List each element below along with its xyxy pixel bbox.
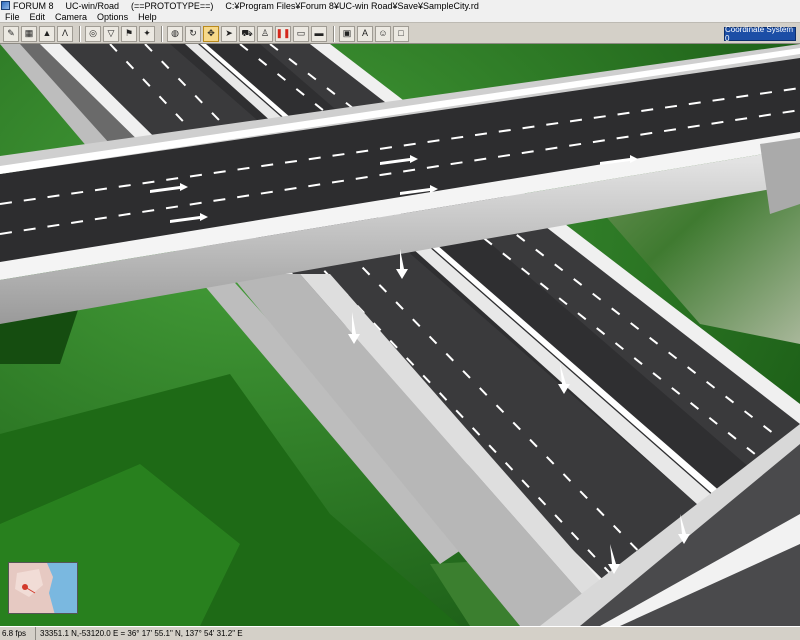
clear-icon[interactable]: □ bbox=[393, 25, 409, 42]
fly-icon[interactable]: ➤ bbox=[221, 25, 237, 42]
menu-help[interactable]: Help bbox=[133, 12, 162, 22]
pencil-icon[interactable]: ✎ bbox=[3, 25, 19, 42]
build-tag: (==PROTOTYPE==) bbox=[131, 0, 214, 11]
pause-icon[interactable]: ❚❚ bbox=[275, 25, 291, 42]
menu-file[interactable]: File bbox=[0, 12, 25, 22]
walk-icon[interactable]: ♙ bbox=[257, 25, 273, 42]
menu-options[interactable]: Options bbox=[92, 12, 133, 22]
globe-icon[interactable]: ◍ bbox=[167, 25, 183, 42]
pedestrian-icon[interactable]: ☺ bbox=[375, 25, 391, 42]
menu-bar: File Edit Camera Options Help bbox=[0, 11, 800, 23]
coordinate-system-select[interactable]: Coordinate System 0 bbox=[724, 25, 796, 43]
fps-readout: 6.8 fps bbox=[0, 627, 36, 640]
menu-edit[interactable]: Edit bbox=[25, 12, 51, 22]
compass-icon[interactable]: ✦ bbox=[139, 25, 155, 42]
target-icon[interactable]: ◎ bbox=[85, 25, 101, 42]
coordinate-readout: 33351.1 N,-53120.0 E = 36° 17' 55.1" N, … bbox=[40, 629, 243, 638]
toolbar-separator bbox=[333, 25, 335, 42]
product-name: UC-win/Road bbox=[65, 0, 120, 11]
file-path: C:¥Program Files¥Forum 8¥UC-win Road¥Sav… bbox=[225, 0, 479, 11]
title-bar: FORUM 8 UC-win/Road (==PROTOTYPE==) C:¥P… bbox=[0, 0, 800, 11]
minimap-map bbox=[9, 563, 77, 613]
drive-icon[interactable]: ⛟ bbox=[239, 25, 255, 42]
road-sign-icon[interactable]: A bbox=[357, 25, 373, 42]
signal-icon[interactable]: ⚑ bbox=[121, 25, 137, 42]
truck-icon[interactable]: ▬ bbox=[311, 25, 327, 42]
rotate-icon[interactable]: ↻ bbox=[185, 25, 201, 42]
lane-icon[interactable]: Ʌ bbox=[57, 25, 73, 42]
toolbar-separator bbox=[79, 25, 81, 42]
toolbar: ✎ ▦ ▲ Ʌ ◎ ▽ ⚑ ✦ ◍ ↻ ✥ ➤ ⛟ ♙ ❚❚ ▭ ▬ ▣ A ☺… bbox=[0, 24, 800, 44]
road-icon[interactable]: ▦ bbox=[21, 25, 37, 42]
status-bar: 6.8 fps 33351.1 N,-53120.0 E = 36° 17' 5… bbox=[0, 626, 800, 640]
minimap[interactable] bbox=[8, 562, 78, 614]
3d-viewport[interactable] bbox=[0, 44, 800, 626]
filter-icon[interactable]: ▽ bbox=[103, 25, 119, 42]
terrain-icon[interactable]: ▲ bbox=[39, 25, 55, 42]
menu-camera[interactable]: Camera bbox=[50, 12, 92, 22]
app-icon bbox=[1, 1, 10, 10]
move-icon[interactable]: ✥ bbox=[203, 25, 219, 42]
car-icon[interactable]: ▭ bbox=[293, 25, 309, 42]
app-name: FORUM 8 bbox=[13, 0, 54, 11]
scene-render bbox=[0, 44, 800, 626]
toolbar-separator bbox=[161, 25, 163, 42]
screenshot-icon[interactable]: ▣ bbox=[339, 25, 355, 42]
